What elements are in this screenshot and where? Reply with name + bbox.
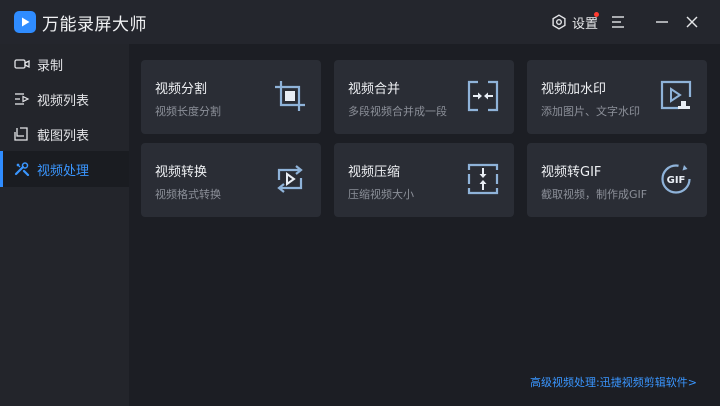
merge-icon: [467, 80, 499, 112]
convert-icon: [277, 165, 303, 193]
settings-button[interactable]: 设置: [551, 12, 598, 32]
card-description: 截取视频，制作成GIF: [541, 188, 648, 201]
card-video-convert[interactable]: 视频转换 视频格式转换: [141, 143, 321, 217]
title-bar: 万能录屏大师 设置: [0, 0, 720, 44]
card-description: 视频格式转换: [155, 188, 221, 201]
app-logo: [14, 11, 36, 33]
card-description: 添加图片、文字水印: [541, 105, 640, 118]
compress-icon: [467, 163, 499, 195]
advanced-editing-link[interactable]: 高级视频处理:迅捷视频剪辑软件>: [530, 374, 697, 390]
card-title: 视频加水印: [541, 82, 607, 97]
watermark-icon: [660, 80, 692, 110]
card-video-compress[interactable]: 视频压缩 压缩视频大小: [334, 143, 514, 217]
camera-icon: [14, 59, 30, 69]
card-title: 视频转GIF: [541, 165, 602, 180]
app-title: 万能录屏大师: [42, 15, 147, 35]
card-video-watermark[interactable]: 视频加水印 添加图片、文字水印: [527, 60, 707, 134]
notification-dot: [594, 12, 599, 17]
sidebar-item-video-processing[interactable]: 视频处理: [0, 151, 129, 187]
card-video-merge[interactable]: 视频合并 多段视频合并成一段: [334, 60, 514, 134]
sidebar-item-label: 视频列表: [37, 94, 90, 109]
gear-icon: [552, 14, 566, 30]
card-title: 视频转换: [155, 165, 208, 180]
tools-icon: [14, 162, 30, 176]
card-description: 压缩视频大小: [348, 188, 414, 201]
gif-icon: GIF: [661, 164, 691, 194]
card-video-to-gif[interactable]: 视频转GIF 截取视频，制作成GIF GIF: [527, 143, 707, 217]
sidebar-item-record[interactable]: 录制: [0, 46, 129, 82]
card-description: 多段视频合并成一段: [348, 105, 447, 118]
card-video-split[interactable]: 视频分割 视频长度分割: [141, 60, 321, 134]
video-list-icon: [15, 93, 30, 105]
card-title: 视频分割: [155, 82, 208, 97]
sidebar-item-screenshot-list[interactable]: 截图列表: [0, 116, 129, 152]
play-icon: [22, 17, 30, 27]
sidebar-item-label: 录制: [37, 59, 64, 74]
sidebar-item-label: 截图列表: [37, 129, 90, 144]
card-title: 视频压缩: [348, 165, 401, 180]
svg-text:GIF: GIF: [667, 175, 686, 186]
sidebar-item-video-list[interactable]: 视频列表: [0, 81, 129, 117]
menu-icon[interactable]: [611, 14, 625, 30]
crop-icon: [275, 81, 305, 111]
close-icon[interactable]: [684, 14, 700, 30]
sidebar-item-label: 视频处理: [37, 164, 90, 179]
card-description: 视频长度分割: [155, 105, 221, 118]
sidebar: 录制 视频列表 截图列表 视频处理: [0, 44, 129, 406]
minimize-icon[interactable]: [654, 14, 670, 30]
screenshot-list-icon: [14, 127, 28, 141]
card-title: 视频合并: [348, 82, 401, 97]
